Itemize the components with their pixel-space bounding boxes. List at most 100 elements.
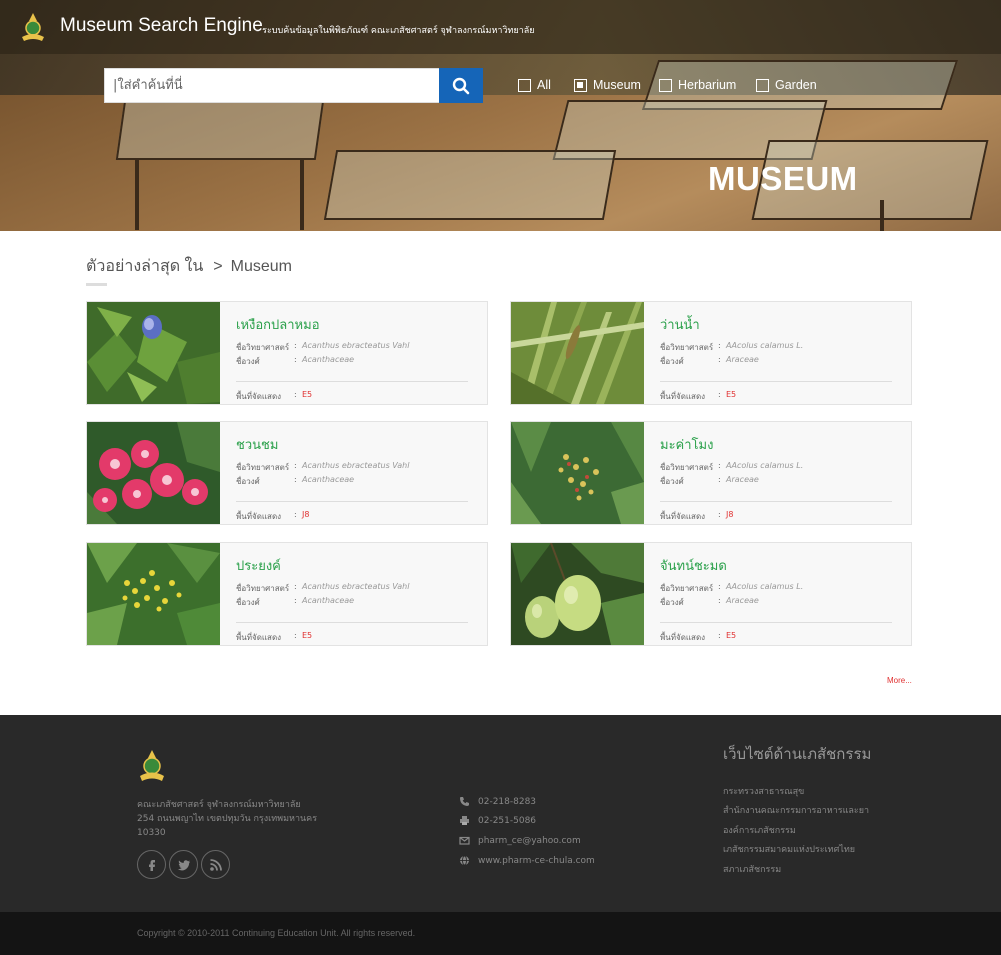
colon: : (718, 341, 721, 350)
faculty-logo (140, 750, 164, 781)
field-label: ชื่อวิทยาศาสตร์ (236, 584, 290, 593)
filter-museum-label: Museum (593, 78, 641, 92)
faculty-logo[interactable] (18, 11, 48, 43)
specimen-name[interactable]: ว่านน้ำ (660, 314, 700, 335)
address-line: 254 ถนนพญาไท เขตปทุมวัน กรุงเทพมหานคร (137, 814, 318, 824)
family-row: ชื่อวงศ์: Araceae (660, 355, 759, 368)
footer-link[interactable]: กระทรวงสาธารณสุข (723, 784, 804, 798)
site-subtitle: - ระบบค้นข้อมูลในพิพิธภัณฑ์ คณะเภสัชศาสต… (256, 26, 535, 36)
scientific-name: Acanthus ebracteatus Vahl (302, 341, 410, 350)
website-url[interactable]: www.pharm-ce-chula.com (478, 856, 595, 866)
specimen-photo[interactable] (511, 302, 644, 404)
specimen-card[interactable]: ประยงค์ ชื่อวิทยาศาสตร์: Acanthus ebracte… (86, 542, 488, 646)
globe-icon (460, 855, 469, 866)
specimen-photo[interactable] (87, 543, 220, 645)
footer-link[interactable]: องค์การเภสัชกรรม (723, 823, 796, 837)
specimen-name[interactable]: ชวนชม (236, 434, 278, 455)
checkbox-all[interactable] (518, 78, 531, 92)
facebook-button[interactable] (137, 850, 166, 879)
twitter-button[interactable] (169, 850, 198, 879)
field-label: ชื่อวงศ์ (236, 477, 260, 486)
address-line: 10330 (137, 828, 166, 838)
checkbox-herbarium[interactable] (659, 78, 672, 92)
footer-address: คณะเภสัชศาสตร์ จุฬาลงกรณ์มหาวิทยาลัย 254… (137, 798, 327, 840)
scientific-name: Acanthus ebracteatus Vahl (302, 461, 410, 470)
search-input[interactable] (113, 69, 433, 102)
filter-garden[interactable]: Garden (756, 77, 817, 93)
site-title[interactable]: Museum Search Engine (60, 15, 263, 37)
scientific-row: ชื่อวิทยาศาสตร์: AAcolus calamus L. (660, 341, 803, 354)
specimen-name[interactable]: มะค่าโมง (660, 434, 713, 455)
location-row: พื้นที่จัดแสดง: E5 (660, 390, 736, 403)
field-label: พื้นที่จัดแสดง (660, 392, 706, 401)
scientific-row: ชื่อวิทยาศาสตร์: Acanthus ebracteatus Vah… (236, 582, 409, 595)
breadcrumb-current[interactable]: Museum (231, 258, 292, 275)
specimen-name[interactable]: ประยงค์ (236, 555, 281, 576)
links-title: เว็บไซต์ด้านเภสัชกรรม (723, 745, 872, 763)
family-name: Acanthaceae (302, 355, 355, 364)
rss-icon (210, 859, 222, 871)
breadcrumb-label: ตัวอย่างล่าสุด ใน (86, 258, 204, 275)
location-row: พื้นที่จัดแสดง: E5 (236, 390, 312, 403)
footer-link[interactable]: สำนักงานคณะกรรมการอาหารและยา (723, 803, 869, 817)
specimen-photo[interactable] (511, 422, 644, 524)
twitter-icon (177, 860, 190, 871)
table-leg (135, 160, 139, 230)
search-button[interactable] (439, 68, 483, 103)
specimen-photo[interactable] (511, 543, 644, 645)
field-label: พื้นที่จัดแสดง (236, 512, 282, 521)
family-row: ชื่อวงศ์: Acanthaceae (236, 475, 354, 488)
filter-museum[interactable]: Museum (574, 77, 641, 93)
mail-icon (459, 836, 470, 845)
colon: : (718, 475, 721, 484)
footer-link[interactable]: สภาเภสัชกรรม (723, 862, 781, 876)
specimen-card[interactable]: เหงือกปลาหมอ ชื่อวิทยาศาสตร์: Acanthus eb… (86, 301, 488, 405)
specimen-photo[interactable] (87, 422, 220, 524)
checkbox-garden[interactable] (756, 78, 769, 92)
divider (660, 381, 892, 382)
specimen-card[interactable]: มะค่าโมง ชื่อวิทยาศาสตร์: AAcolus calamus… (510, 421, 912, 525)
rss-button[interactable] (201, 850, 230, 879)
specimen-photo[interactable] (87, 302, 220, 404)
location-row: พื้นที่จัดแสดง: E5 (236, 631, 312, 644)
display-case (323, 150, 617, 220)
field-label: ชื่อวงศ์ (236, 598, 260, 607)
phone-icon (460, 797, 469, 806)
filter-all[interactable]: All (518, 77, 551, 93)
specimen-name[interactable]: จันทน์ชะมด (660, 555, 727, 576)
scientific-name: AAcolus calamus L. (726, 582, 804, 591)
contact-website[interactable]: www.pharm-ce-chula.com (459, 855, 595, 866)
colon: : (718, 596, 721, 605)
table-leg (300, 160, 304, 230)
breadcrumb-separator: > (213, 258, 223, 275)
specimen-card[interactable]: ว่านน้ำ ชื่อวิทยาศาสตร์: AAcolus calamus … (510, 301, 912, 405)
field-label: ชื่อวงศ์ (660, 357, 684, 366)
family-name: Acanthaceae (302, 596, 355, 605)
footer-link[interactable]: เภสัชกรรมสมาคมแห่งประเทศไทย (723, 842, 855, 856)
contact-email[interactable]: pharm_ce@yahoo.com (459, 835, 581, 846)
email-address[interactable]: pharm_ce@yahoo.com (478, 836, 581, 846)
checkbox-museum[interactable] (574, 78, 587, 92)
display-case (115, 100, 325, 160)
field-label: ชื่อวงศ์ (236, 357, 260, 366)
location-code: E5 (726, 631, 737, 640)
scientific-row: ชื่อวิทยาศาสตร์: Acanthus ebracteatus Vah… (236, 461, 409, 474)
family-row: ชื่อวงศ์: Araceae (660, 475, 759, 488)
colon: : (718, 390, 721, 399)
specimen-card[interactable]: ชวนชม ชื่อวิทยาศาสตร์: Acanthus ebracteat… (86, 421, 488, 525)
family-row: ชื่อวงศ์: Acanthaceae (236, 596, 354, 609)
field-label: ชื่อวิทยาศาสตร์ (236, 343, 290, 352)
copyright-text: Copyright © 2010-2011 Continuing Educati… (137, 928, 416, 938)
field-label: พื้นที่จัดแสดง (236, 633, 282, 642)
filter-herbarium[interactable]: Herbarium (659, 77, 736, 93)
specimen-name[interactable]: เหงือกปลาหมอ (236, 314, 320, 335)
colon: : (294, 510, 297, 519)
scientific-row: ชื่อวิทยาศาสตร์: Acanthus ebracteatus Vah… (236, 341, 409, 354)
field-label: ชื่อวิทยาศาสตร์ (660, 463, 714, 472)
colon: : (294, 596, 297, 605)
specimen-card[interactable]: จันทน์ชะมด ชื่อวิทยาศาสตร์: AAcolus calam… (510, 542, 912, 646)
breadcrumb: ตัวอย่างล่าสุด ใน > Museum (86, 254, 292, 279)
more-link[interactable]: More... (887, 676, 912, 685)
colon: : (718, 582, 721, 591)
fax-number: 02-251-5086 (478, 815, 537, 826)
